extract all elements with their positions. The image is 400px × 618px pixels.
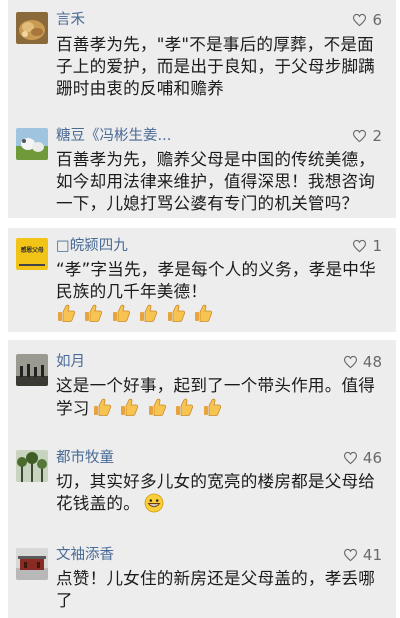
- thumbs-up-icon: [202, 397, 222, 417]
- heart-icon: [343, 451, 357, 465]
- like-count: 46: [362, 449, 382, 467]
- commenter-name[interactable]: 言禾: [56, 10, 85, 30]
- grinning-face-icon: [144, 493, 164, 513]
- comment-group: 言禾 6 百善孝为先，"孝"不是事后的厚葬，不是面子上的爱护，而是出于良知，于父…: [8, 0, 396, 218]
- like-count: 2: [372, 127, 382, 145]
- comment-body: “孝”字当先，孝是每个人的义务，孝是中华民族的几千年美德！: [56, 260, 376, 301]
- comment-text: 百善孝为先，"孝"不是事后的厚葬，不是面子上的爱护，而是出于良知，于父母步脚蹒跚…: [56, 34, 388, 100]
- comment-text: 点赞！儿女住的新房还是父母盖的，孝丢哪了: [56, 568, 388, 612]
- avatar-landscape-image: [16, 128, 48, 160]
- like-count: 48: [362, 353, 382, 371]
- comment-text: 百善孝为先，赡养父母是中国的传统美德，如今却用法律来维护，值得深思！我想咨询一下…: [56, 149, 388, 215]
- avatar[interactable]: [16, 450, 48, 482]
- comment-body: 切，其实好多儿女的宽亮的楼房都是父母给花钱盖的。: [56, 472, 376, 513]
- avatar[interactable]: 感恩父母: [16, 238, 48, 270]
- like-button[interactable]: 6: [352, 10, 382, 30]
- comment-text: 切，其实好多儿女的宽亮的楼房都是父母给花钱盖的。: [56, 471, 388, 515]
- heart-icon: [353, 239, 367, 253]
- like-button[interactable]: 46: [343, 448, 382, 468]
- avatar[interactable]: [16, 12, 48, 44]
- heart-icon: [353, 13, 367, 27]
- avatar[interactable]: [16, 548, 48, 580]
- avatar-silhouette-image: [16, 354, 48, 386]
- avatar-caption: 感恩父母: [20, 247, 44, 254]
- thumbs-up-icon: [56, 303, 76, 323]
- commenter-name[interactable]: 都市牧童: [56, 448, 114, 468]
- avatar-tree-image: [16, 450, 48, 482]
- thumbs-up-icon: [193, 303, 213, 323]
- like-button[interactable]: 41: [343, 545, 382, 565]
- thumbs-up-icon: [166, 303, 186, 323]
- heart-icon: [353, 129, 367, 143]
- like-button[interactable]: 48: [343, 352, 382, 372]
- avatar-food-image: [16, 12, 48, 44]
- commenter-name[interactable]: 文袖添香: [56, 545, 114, 565]
- thumbs-up-icon: [111, 303, 131, 323]
- like-count: 1: [372, 237, 382, 255]
- like-button[interactable]: 2: [352, 126, 382, 146]
- like-count: 6: [372, 11, 382, 29]
- emoji-row: [56, 303, 215, 329]
- avatar[interactable]: [16, 128, 48, 160]
- comment-body: 百善孝为先，赡养父母是中国的传统美德，如今却用法律来维护，值得深思！我想咨询一下…: [56, 150, 376, 213]
- thumbs-up-icon: [83, 303, 103, 323]
- comment-body: 点赞！儿女住的新房还是父母盖的，孝丢哪了: [56, 569, 376, 610]
- avatar[interactable]: [16, 354, 48, 386]
- comment-group: 如月 48 这是一个好事，起到了一个带头作用。值得学习 都市牧童 46 切，其实…: [8, 340, 396, 618]
- commenter-name[interactable]: 如月: [56, 352, 85, 372]
- commenter-name[interactable]: 糖豆《冯彬生姜...: [56, 126, 171, 146]
- comment-body: 百善孝为先，"孝"不是事后的厚葬，不是面子上的爱护，而是出于良知，于父母步脚蹒跚…: [56, 35, 376, 98]
- thumbs-up-icon: [119, 397, 139, 417]
- heart-icon: [343, 548, 357, 562]
- like-count: 41: [362, 546, 382, 564]
- thumbs-up-icon: [147, 397, 167, 417]
- thumbs-up-icon: [138, 303, 158, 323]
- comment-text: “孝”字当先，孝是每个人的义务，孝是中华民族的几千年美德！: [56, 259, 388, 329]
- heart-icon: [343, 355, 357, 369]
- thumbs-up-icon: [174, 397, 194, 417]
- like-button[interactable]: 1: [352, 236, 382, 256]
- commenter-name[interactable]: □皖颍四九: [56, 236, 128, 256]
- avatar-building-image: [16, 548, 48, 580]
- emoji-row: [92, 397, 224, 423]
- thumbs-up-icon: [92, 397, 112, 417]
- comment-text: 这是一个好事，起到了一个带头作用。值得学习: [56, 375, 388, 423]
- comment-group: 感恩父母 □皖颍四九 1 “孝”字当先，孝是每个人的义务，孝是中华民族的几千年美…: [8, 228, 396, 332]
